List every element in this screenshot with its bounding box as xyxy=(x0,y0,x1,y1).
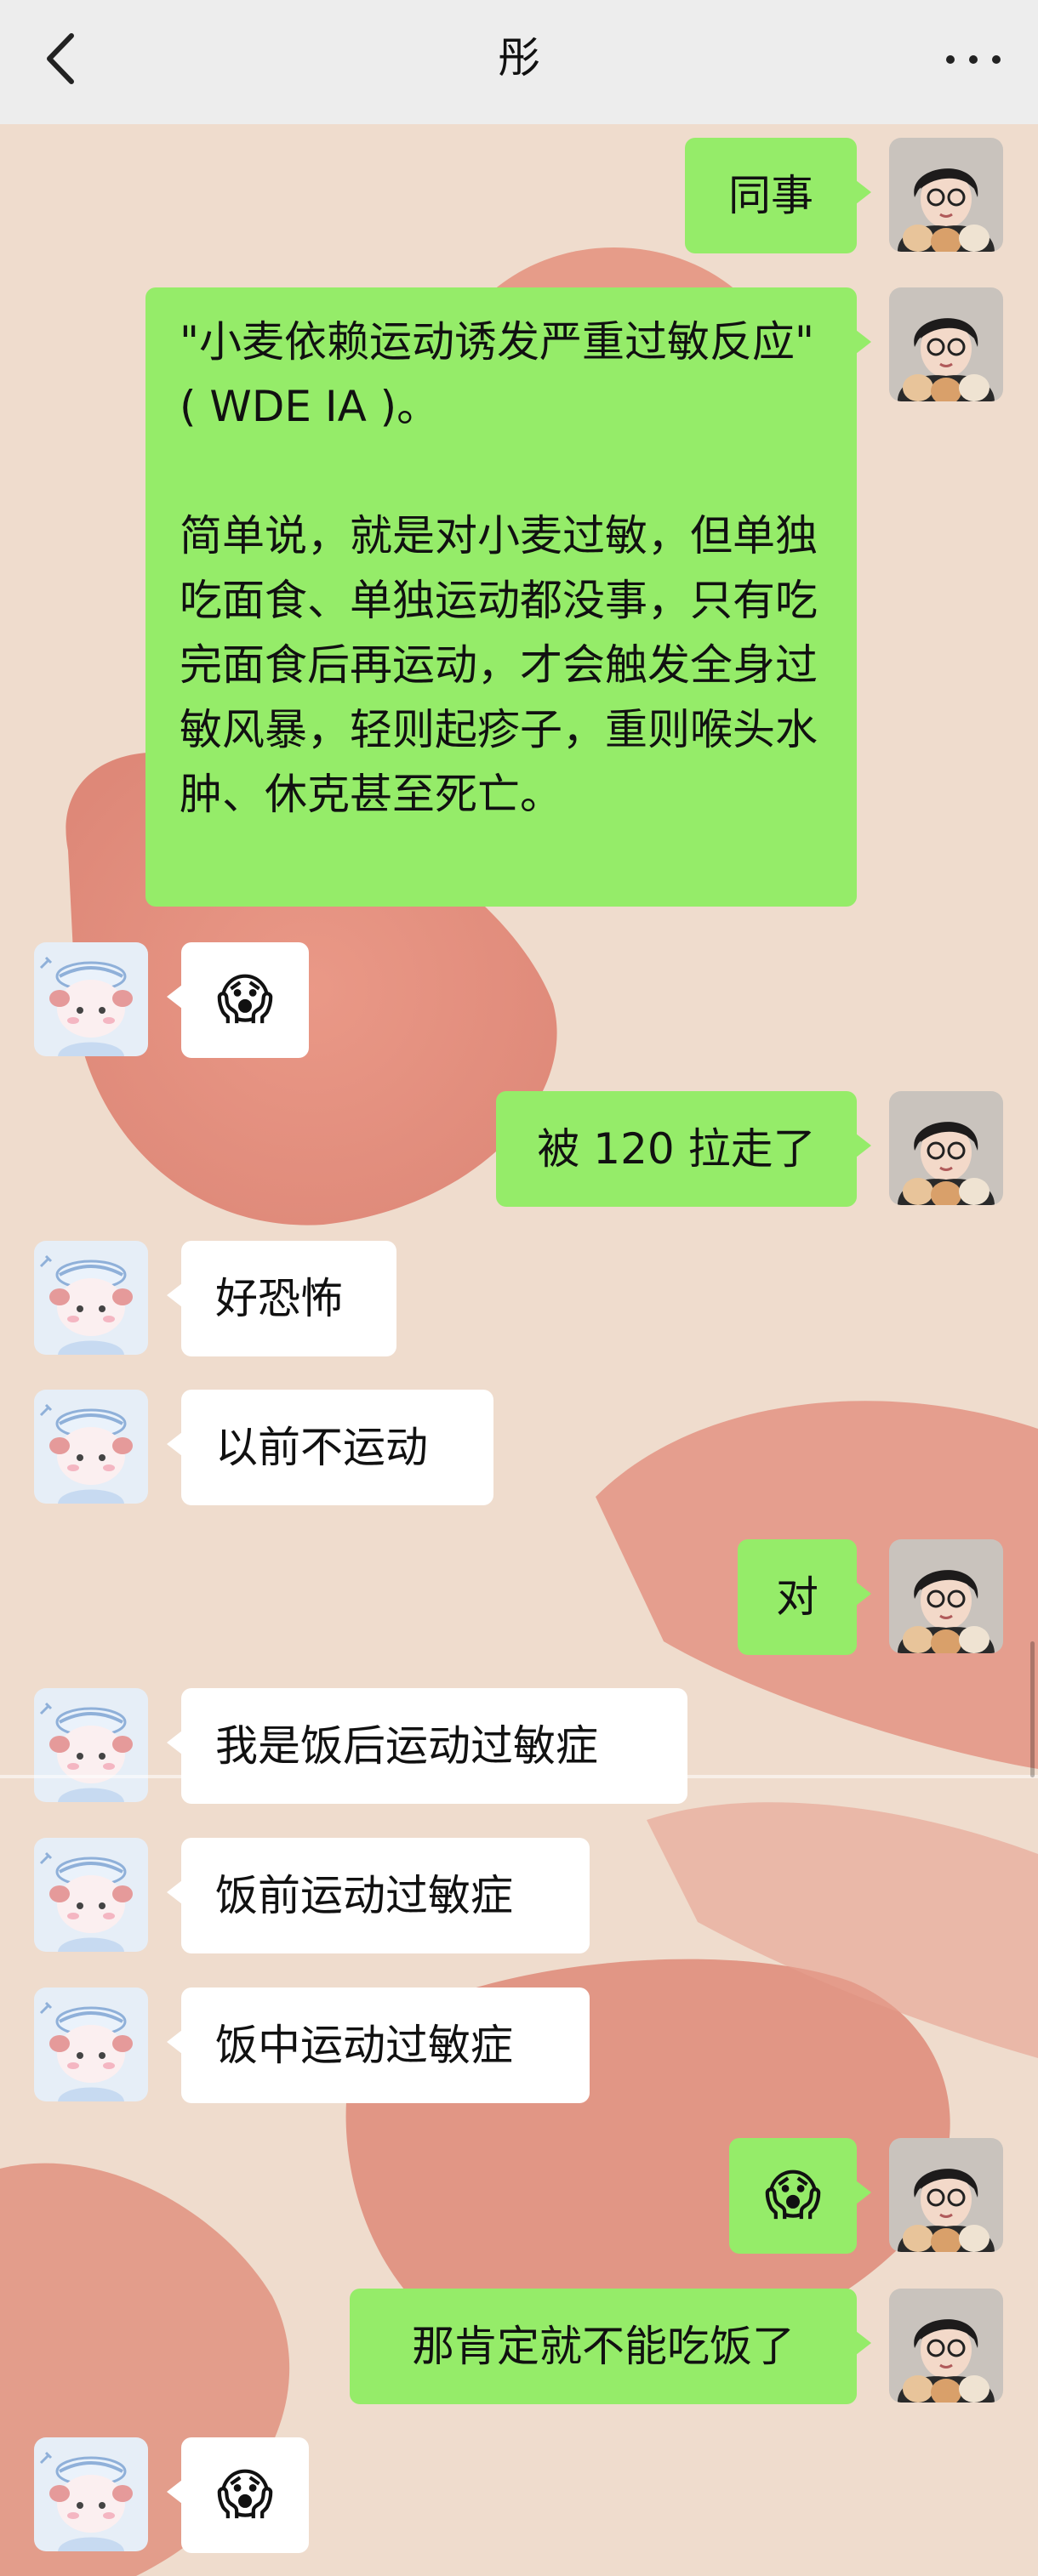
chevron-left-icon[interactable] xyxy=(41,31,83,87)
message-bubble[interactable]: 😱 xyxy=(167,942,309,1058)
screenshot-seam xyxy=(0,1775,1038,1778)
friend-avatar[interactable] xyxy=(34,1838,148,1952)
message-bubble[interactable]: 同事 xyxy=(685,138,871,253)
message-bubble[interactable]: 对 xyxy=(738,1539,871,1655)
more-dots-icon[interactable] xyxy=(939,34,1007,82)
message-bubble[interactable]: 😱 xyxy=(729,2138,871,2254)
message-bubble[interactable]: 饭中运动过敏症 xyxy=(167,1987,590,2103)
message-bubble[interactable]: 以前不运动 xyxy=(167,1390,493,1505)
chat-title: 彤 xyxy=(498,33,540,82)
friend-avatar[interactable] xyxy=(34,1987,148,2101)
scrollbar[interactable] xyxy=(1030,1641,1035,1777)
message-bubble[interactable]: 我是饭后运动过敏症 xyxy=(167,1688,687,1804)
my-avatar[interactable] xyxy=(889,1091,1003,1205)
message-bubble[interactable]: "小麦依赖运动诱发严重过敏反应"( WDE IA )。 简单说，就是对小麦过敏，… xyxy=(145,287,871,907)
friend-avatar[interactable] xyxy=(34,1688,148,1802)
friend-avatar[interactable] xyxy=(34,2437,148,2551)
chat-header: 彤 xyxy=(0,0,1038,124)
my-avatar[interactable] xyxy=(889,2289,1003,2403)
my-avatar[interactable] xyxy=(889,1539,1003,1653)
friend-avatar[interactable] xyxy=(34,1241,148,1355)
message-bubble[interactable]: 被 120 拉走了 xyxy=(496,1091,871,1207)
message-bubble[interactable]: 那肯定就不能吃饭了 xyxy=(350,2289,871,2404)
message-bubble[interactable]: 饭前运动过敏症 xyxy=(167,1838,590,1953)
friend-avatar[interactable] xyxy=(34,1390,148,1504)
my-avatar[interactable] xyxy=(889,287,1003,401)
message-bubble[interactable]: 😱 xyxy=(167,2437,309,2553)
friend-avatar[interactable] xyxy=(34,942,148,1056)
my-avatar[interactable] xyxy=(889,2138,1003,2252)
message-bubble[interactable]: 好恐怖 xyxy=(167,1241,396,1356)
my-avatar[interactable] xyxy=(889,138,1003,252)
